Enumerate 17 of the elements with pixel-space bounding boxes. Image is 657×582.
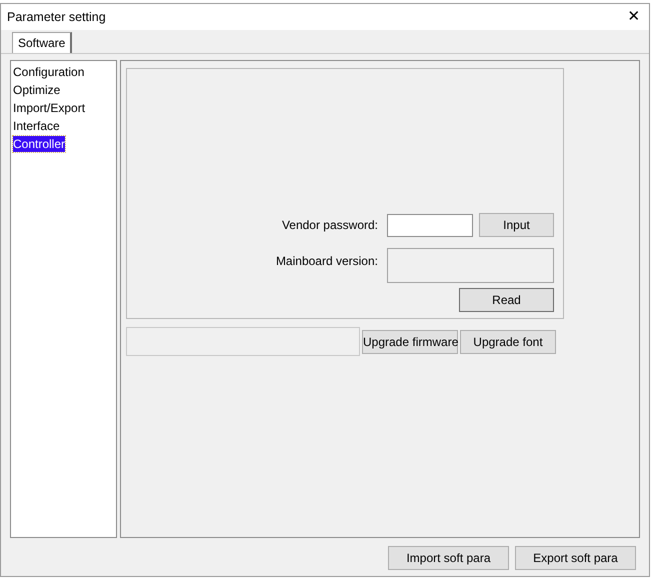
list-item[interactable]: Controller [13, 136, 66, 152]
list-item[interactable]: Interface [13, 118, 60, 134]
list-item[interactable]: Optimize [13, 82, 60, 98]
export-button[interactable]: Export soft para [515, 546, 636, 570]
input-button[interactable]: Input [479, 213, 554, 237]
field-label: Mainboard version: [274, 253, 378, 270]
password-field[interactable] [387, 214, 473, 236]
list-item[interactable]: Configuration [13, 64, 84, 80]
upgrade-font-button[interactable]: Upgrade font [460, 330, 556, 354]
window-title: Parameter setting [7, 8, 106, 26]
close-button[interactable]: ✕ [619, 4, 649, 30]
upgrade-firmware-button[interactable]: Upgrade firmware [362, 330, 458, 354]
list-item[interactable]: Import/Export [13, 100, 86, 116]
field-label: Vendor password: [280, 217, 378, 234]
tab[interactable]: Software [12, 32, 72, 53]
import-button[interactable]: Import soft para [388, 546, 509, 570]
read-button[interactable]: Read [459, 288, 554, 312]
